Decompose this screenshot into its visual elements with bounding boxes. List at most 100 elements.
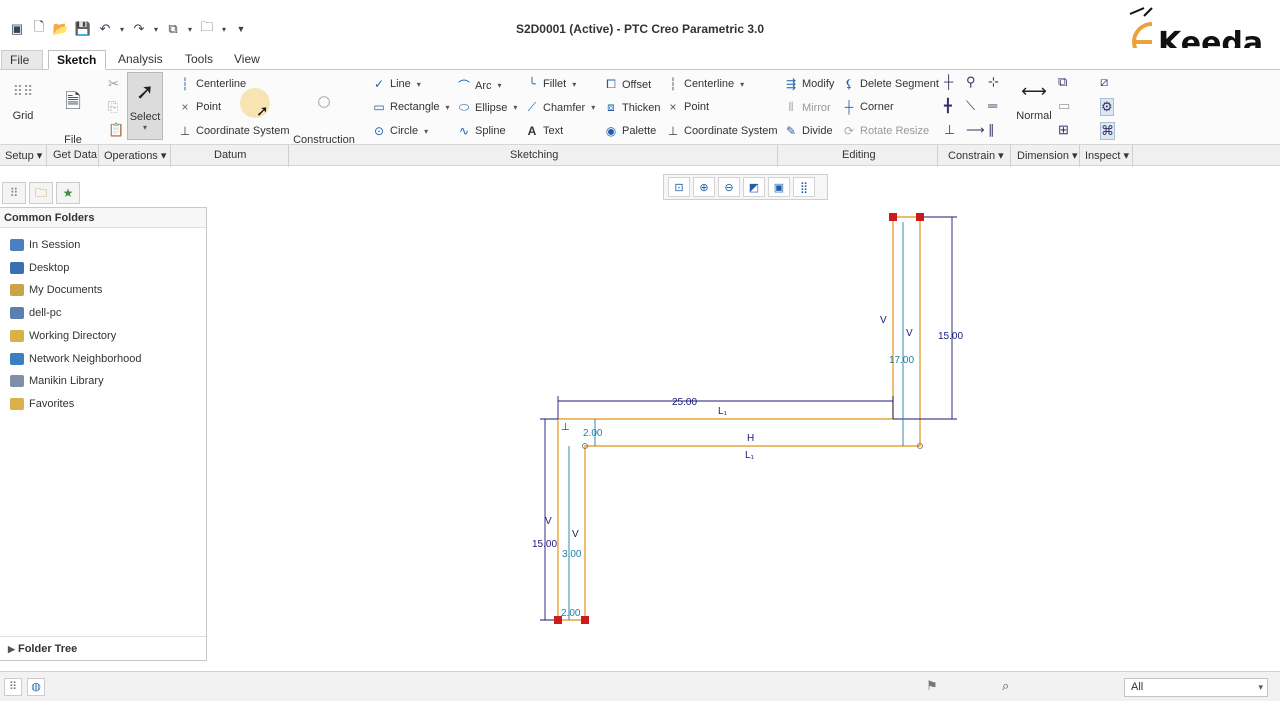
dim-top-width-text[interactable]: 25.00: [672, 397, 697, 408]
folder-item[interactable]: Network Neighborhood: [10, 350, 142, 368]
text-button[interactable]: A Text: [525, 124, 564, 138]
reference-dimension-icon[interactable]: ▭: [1058, 98, 1070, 114]
circle-dropdown-icon[interactable]: ▾: [424, 127, 428, 136]
folder-item[interactable]: In Session: [10, 236, 80, 254]
select-dropdown-icon[interactable]: ▾: [128, 123, 162, 132]
vertical-constraint-label[interactable]: V: [572, 529, 579, 540]
tab-tools[interactable]: Tools: [177, 50, 221, 70]
divide-button[interactable]: ✎ Divide: [784, 124, 833, 138]
grid-button[interactable]: ⠿⠿ Grid: [6, 76, 40, 122]
selection-filter-select[interactable]: All ▾: [1124, 678, 1268, 697]
perpendicular-constraint-icon[interactable]: ⊥: [944, 122, 955, 138]
find-icon[interactable]: ⌕: [1002, 678, 1009, 694]
parallel-constraint-icon[interactable]: ∥: [988, 122, 995, 138]
copy-icon[interactable]: ⎘: [108, 99, 118, 115]
browser-toggle-icon[interactable]: ◍: [27, 678, 45, 696]
perimeter-dimension-icon[interactable]: ⧉: [1058, 74, 1067, 90]
centerline-dropdown-icon[interactable]: ▾: [740, 80, 744, 89]
spline-button[interactable]: ∿ Spline: [457, 124, 506, 138]
circle-button[interactable]: ⊙ Circle ▾: [372, 124, 428, 138]
folder-tree-toggle[interactable]: ▶ Folder Tree: [0, 636, 206, 660]
perpendicular-constraint-label[interactable]: ⊥: [561, 422, 570, 433]
dim-thickness-bottom-text[interactable]: 2.00: [561, 608, 581, 619]
folder-item[interactable]: My Documents: [10, 281, 102, 299]
overlapping-geometry-icon[interactable]: ⧄: [1100, 74, 1108, 90]
vertical-constraint-label[interactable]: V: [906, 328, 913, 339]
dim-left-height-text[interactable]: 15.00: [532, 539, 557, 550]
arc-dropdown-icon[interactable]: ▾: [498, 81, 502, 90]
rectangle-dropdown-icon[interactable]: ▾: [446, 103, 450, 112]
group-get-data[interactable]: Get Data: [53, 149, 97, 161]
horizontal-constraint-icon[interactable]: ╋: [944, 98, 952, 114]
graphics-area[interactable]: 25.00 15.00 17.00 15.00 3.00 2.00 2.00 V…: [208, 170, 1280, 670]
tab-analysis[interactable]: Analysis: [110, 50, 171, 70]
endpoint-marker[interactable]: [916, 213, 924, 221]
favorites-tab-icon[interactable]: ★: [56, 182, 80, 204]
vertical-constraint-label[interactable]: V: [545, 516, 552, 527]
sketch-centerline-button[interactable]: ┆ Centerline ▾: [666, 77, 744, 91]
palette-button[interactable]: ◉ Palette: [604, 124, 657, 138]
chamfer-dropdown-icon[interactable]: ▾: [591, 103, 595, 112]
folder-item[interactable]: Working Directory: [10, 327, 116, 345]
rotate-resize-button[interactable]: ⟳ Rotate Resize: [842, 124, 929, 138]
baseline-dimension-icon[interactable]: ⊞: [1058, 122, 1069, 138]
folder-item[interactable]: dell-pc: [10, 304, 61, 322]
group-operations[interactable]: Operations ▾: [104, 149, 166, 162]
sketch-coordinate-system-button[interactable]: ⊥ Coordinate System: [666, 124, 778, 138]
rectangle-button[interactable]: ▭ Rectangle ▾: [372, 100, 450, 114]
vertical-constraint-icon[interactable]: ┼: [944, 74, 953, 89]
model-tree-tab-icon[interactable]: ⠿: [2, 182, 26, 204]
dim-right-inner-text[interactable]: 17.00: [889, 355, 914, 366]
offset-button[interactable]: ⧠ Offset: [604, 77, 651, 92]
corner-button[interactable]: ┼ Corner: [842, 100, 894, 114]
ellipse-button[interactable]: ⬭ Ellipse ▾: [457, 100, 518, 115]
tab-view[interactable]: View: [226, 50, 268, 70]
modify-button[interactable]: ⇶ Modify: [784, 77, 834, 91]
coincident-constraint-icon[interactable]: ⟍: [966, 98, 975, 114]
datum-point-button[interactable]: × Point: [178, 100, 221, 114]
folder-item[interactable]: Manikin Library: [10, 372, 104, 390]
datum-coordinate-system-button[interactable]: ⊥ Coordinate System: [178, 124, 290, 138]
cut-icon[interactable]: ✂: [108, 76, 119, 92]
equal-constraint-icon[interactable]: ═: [988, 98, 997, 113]
equal-length-label[interactable]: L₁: [745, 450, 755, 461]
mirror-button[interactable]: ⫴ Mirror: [784, 100, 830, 115]
group-inspect[interactable]: Inspect ▾: [1085, 149, 1129, 162]
tangent-constraint-icon[interactable]: ⚲: [966, 74, 976, 90]
vertical-constraint-label[interactable]: V: [880, 315, 887, 326]
navigator-toggle-icon[interactable]: ⠿: [4, 678, 22, 696]
folder-browser-tab-icon[interactable]: 🗀: [29, 182, 53, 204]
line-dropdown-icon[interactable]: ▾: [417, 80, 421, 89]
shade-closed-loops-icon[interactable]: ⌘: [1100, 122, 1115, 140]
equal-length-label[interactable]: L₁: [718, 406, 728, 417]
group-constrain[interactable]: Constrain ▾: [948, 149, 1004, 162]
highlight-open-ends-icon[interactable]: ⚙: [1100, 98, 1114, 116]
tab-sketch[interactable]: Sketch: [48, 50, 106, 70]
datum-centerline-button[interactable]: ┆ Centerline: [178, 77, 246, 91]
thicken-button[interactable]: ⧈ Thicken: [604, 100, 660, 115]
flag-icon[interactable]: ⚑: [926, 678, 938, 694]
endpoint-marker[interactable]: [889, 213, 897, 221]
sketch-outline[interactable]: [557, 216, 921, 621]
line-button[interactable]: ✓ Line ▾: [372, 77, 421, 91]
group-dimension[interactable]: Dimension ▾: [1017, 149, 1078, 162]
endpoint-marker[interactable]: [581, 616, 589, 624]
paste-icon[interactable]: 📋: [108, 122, 124, 138]
folder-item[interactable]: Favorites: [10, 395, 74, 413]
group-setup[interactable]: Setup ▾: [5, 149, 42, 162]
tab-file[interactable]: File ▾: [1, 50, 43, 85]
symmetric-constraint-icon[interactable]: ⟶: [966, 122, 985, 138]
midpoint-constraint-icon[interactable]: ⊹: [988, 74, 999, 90]
horizontal-constraint-label[interactable]: H: [747, 433, 754, 444]
dim-left-inner-text[interactable]: 3.00: [562, 549, 582, 560]
chamfer-button[interactable]: ⟋ Chamfer ▾: [525, 100, 595, 115]
ellipse-dropdown-icon[interactable]: ▾: [513, 103, 517, 112]
normal-dimension-button[interactable]: ⟷ Normal: [1014, 76, 1054, 122]
fillet-dropdown-icon[interactable]: ▾: [572, 80, 576, 89]
sketch-point-button[interactable]: × Point: [666, 100, 709, 114]
folder-item[interactable]: Desktop: [10, 259, 69, 277]
fillet-button[interactable]: ╰ Fillet ▾: [525, 77, 576, 91]
dim-right-height-text[interactable]: 15.00: [938, 331, 963, 342]
select-button[interactable]: ➚ Select ▾: [127, 72, 163, 140]
arc-button[interactable]: ⌒ Arc ▾: [457, 77, 502, 94]
